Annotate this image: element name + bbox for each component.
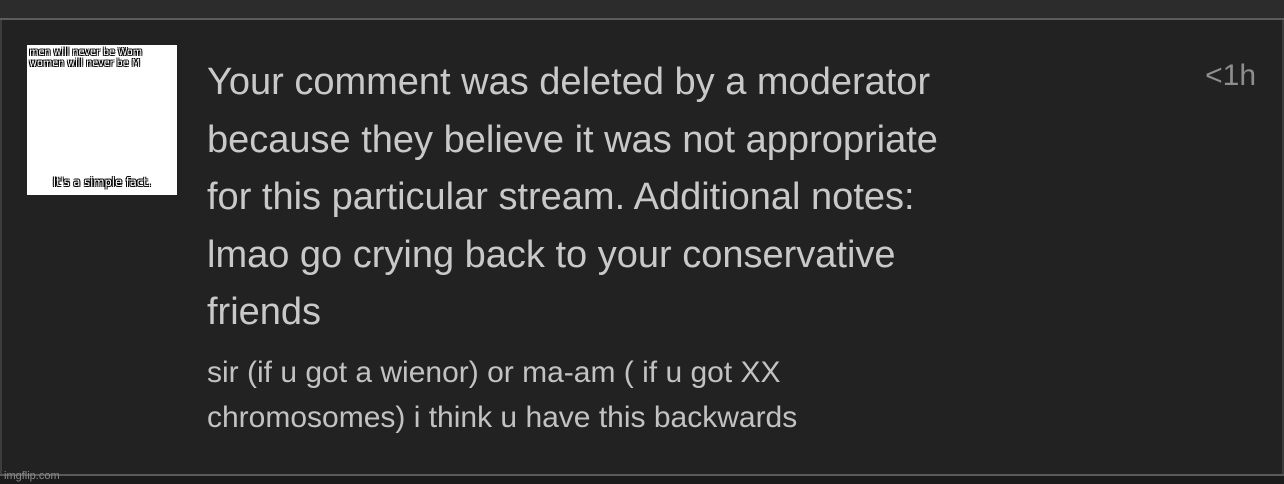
avatar-image[interactable]: ns men will never be Wom ns women will n… <box>27 45 177 195</box>
top-bar <box>0 0 1284 20</box>
timestamp: <1h <box>1205 59 1256 92</box>
avatar-text-line-2: ns women will never be M <box>27 58 140 69</box>
watermark: imgflip.com <box>4 470 60 482</box>
avatar-text-line-1: ns men will never be Wom <box>27 47 143 58</box>
moderator-notice: Your comment was deleted by a moderator … <box>207 61 938 333</box>
avatar-caption: It's a simple fact. <box>52 175 152 189</box>
bottom-edge <box>0 474 1284 484</box>
comment-text: sir (if u got a wienor) or ma-am ( if u … <box>207 356 798 434</box>
